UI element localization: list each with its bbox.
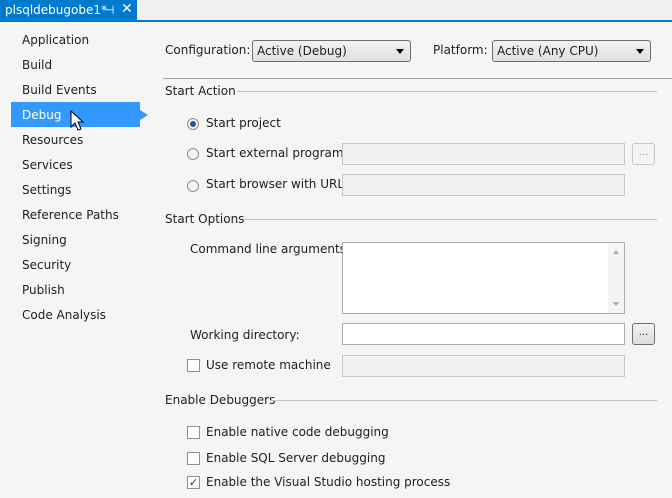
tab-title: plsqldebugobe1* <box>5 3 107 17</box>
sidebar-item-debug[interactable]: Debug <box>22 108 61 122</box>
start-project-label: Start project <box>206 116 281 130</box>
start-external-program-radio[interactable] <box>187 148 199 160</box>
chevron-down-icon <box>636 49 644 54</box>
sidebar-item-services[interactable]: Services <box>22 158 73 172</box>
remote-machine-input[interactable] <box>342 355 625 377</box>
scroll-down-icon[interactable] <box>613 302 619 306</box>
divider <box>237 91 657 92</box>
platform-select[interactable]: Active (Any CPU) <box>492 40 651 62</box>
configuration-value: Active (Debug) <box>257 44 347 58</box>
pin-icon[interactable]: ⊣ <box>104 3 114 17</box>
debugger-label: Enable native code debugging <box>206 425 389 439</box>
enable-debuggers-heading: Enable Debuggers <box>165 393 276 407</box>
configuration-select[interactable]: Active (Debug) <box>252 40 411 62</box>
browser-url-input[interactable] <box>342 174 625 196</box>
sidebar-item-publish[interactable]: Publish <box>22 283 65 297</box>
configuration-label: Configuration: <box>165 43 251 57</box>
debugger-label: Enable the Visual Studio hosting process <box>206 475 451 489</box>
sidebar-item-application[interactable]: Application <box>22 33 89 47</box>
sidebar-item-build-events[interactable]: Build Events <box>22 83 97 97</box>
sidebar-item-reference-paths[interactable]: Reference Paths <box>22 208 119 222</box>
divider <box>270 400 657 401</box>
platform-value: Active (Any CPU) <box>497 44 599 58</box>
start-options-heading: Start Options <box>165 212 245 226</box>
document-tab[interactable]: plsqldebugobe1* ⊣ ✕ <box>0 0 137 22</box>
debugger-checkbox[interactable] <box>187 452 200 465</box>
debugger-checkbox[interactable] <box>187 426 200 439</box>
debugger-label: Enable SQL Server debugging <box>206 451 386 465</box>
sidebar-item-build[interactable]: Build <box>22 58 52 72</box>
working-directory-label: Working directory: <box>190 328 300 342</box>
sidebar-item-security[interactable]: Security <box>22 258 71 272</box>
mouse-cursor-icon <box>70 110 84 131</box>
sidebar-item-settings[interactable]: Settings <box>22 183 71 197</box>
external-program-input[interactable] <box>342 143 625 165</box>
working-directory-input[interactable] <box>342 323 625 345</box>
sidebar-item-resources[interactable]: Resources <box>22 133 83 147</box>
command-line-label: Command line arguments: <box>190 242 350 256</box>
chevron-down-icon <box>396 49 404 54</box>
start-action-heading: Start Action <box>165 84 236 98</box>
start-external-program-label: Start external program: <box>206 146 348 160</box>
sidebar-item-code-analysis[interactable]: Code Analysis <box>22 308 106 322</box>
remote-machine-checkbox[interactable] <box>187 359 200 372</box>
scroll-up-icon[interactable] <box>613 250 619 254</box>
close-icon[interactable]: ✕ <box>121 1 133 17</box>
browse-directory-button[interactable]: ... <box>632 323 655 345</box>
browse-program-button[interactable]: ... <box>632 143 655 165</box>
scrollbar[interactable] <box>608 243 624 313</box>
start-browser-url-label: Start browser with URL: <box>206 177 349 191</box>
remote-machine-label: Use remote machine <box>206 358 331 372</box>
debugger-checkbox[interactable]: ✓ <box>187 476 200 489</box>
start-browser-url-radio[interactable] <box>187 180 199 192</box>
divider <box>163 78 672 79</box>
command-line-textarea[interactable] <box>342 242 625 314</box>
sidebar-item-signing[interactable]: Signing <box>22 233 67 247</box>
start-project-radio[interactable] <box>187 118 199 130</box>
platform-label: Platform: <box>433 43 488 57</box>
divider <box>243 219 657 220</box>
